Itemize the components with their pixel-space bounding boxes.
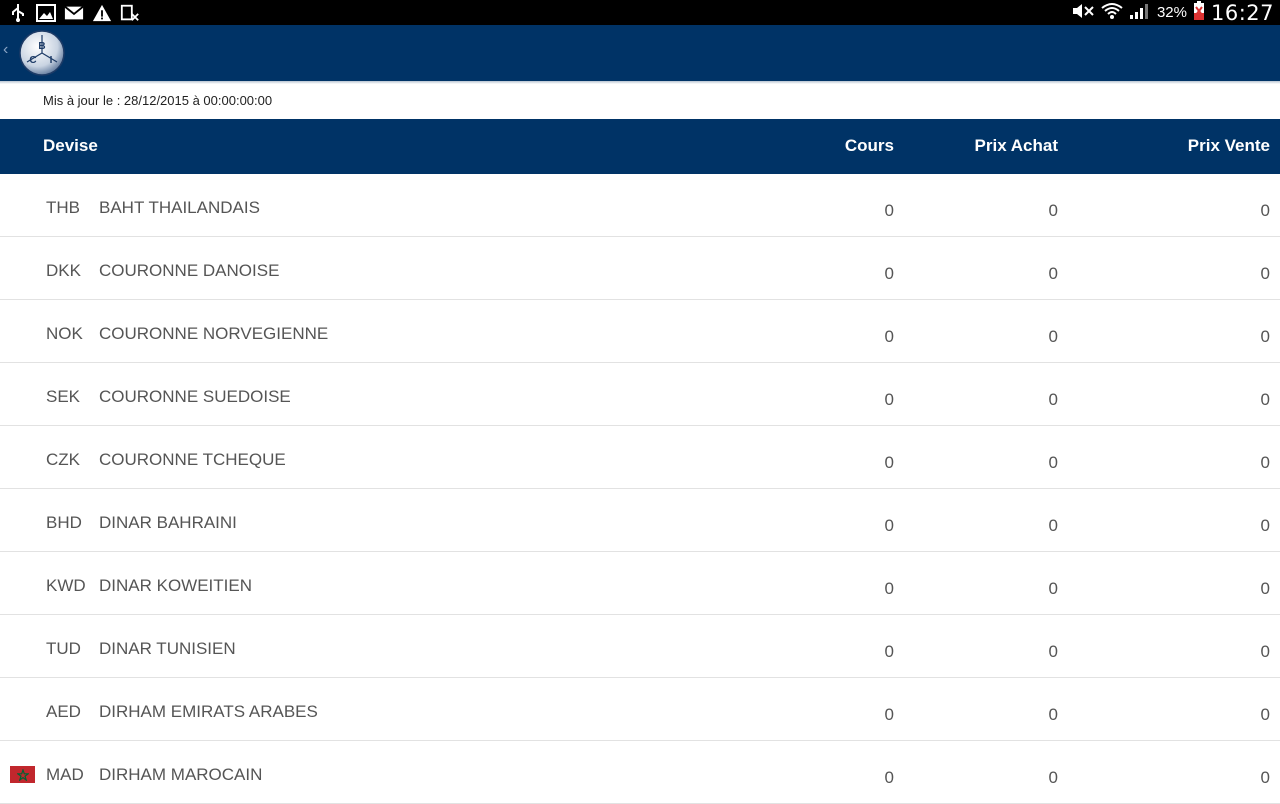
prix-achat-value: 0 (1048, 453, 1058, 472)
wifi-icon (1101, 2, 1123, 24)
prix-vente-value: 0 (1260, 642, 1270, 661)
cours-value: 0 (884, 579, 894, 598)
prix-vente-value: 0 (1260, 327, 1270, 346)
usb-icon (8, 3, 28, 23)
prix-vente-value: 0 (1260, 768, 1270, 787)
app-bar-shadow (0, 81, 1280, 84)
prix-achat-value: 0 (1048, 516, 1058, 535)
cours-value: 0 (884, 390, 894, 409)
currency-name: DIRHAM EMIRATS ARABES (99, 702, 318, 721)
header-prix-vente[interactable]: Prix Vente (1188, 136, 1270, 156)
prix-achat-value: 0 (1048, 705, 1058, 724)
battery-percent: 32% (1156, 4, 1187, 21)
svg-text:C: C (29, 55, 36, 66)
system-icons: 32% 16:27 (1069, 0, 1274, 25)
currency-name: COURONNE NORVEGIENNE (99, 324, 329, 343)
currency-name: COURONNE TCHEQUE (99, 450, 286, 469)
currency-code: TUD (46, 639, 81, 658)
sim-error-icon (120, 3, 140, 23)
table-row[interactable]: KWD DINAR KOWEITIEN 0 0 0 (0, 552, 1280, 615)
back-chevron-icon[interactable]: ‹ (3, 41, 8, 59)
status-bar: 32% 16:27 (0, 0, 1280, 25)
header-prix-achat[interactable]: Prix Achat (975, 136, 1058, 156)
cours-value: 0 (884, 705, 894, 724)
table-row[interactable]: BHD DINAR BAHRAINI 0 0 0 (0, 489, 1280, 552)
table-row[interactable]: NOK COURONNE NORVEGIENNE 0 0 0 (0, 300, 1280, 363)
currency-name: DIRHAM MAROCAIN (99, 765, 263, 784)
table-row[interactable]: DKK COURONNE DANOISE 0 0 0 (0, 237, 1280, 300)
currency-code: KWD (46, 576, 86, 595)
prix-achat-value: 0 (1048, 264, 1058, 283)
currency-code: CZK (46, 450, 80, 469)
currency-code: NOK (46, 324, 83, 343)
battery-icon (1193, 0, 1205, 25)
cours-value: 0 (884, 516, 894, 535)
cours-value: 0 (884, 768, 894, 787)
bci-logo[interactable]: B C I (18, 29, 66, 77)
cours-value: 0 (884, 453, 894, 472)
cours-value: 0 (884, 201, 894, 220)
currency-name: COURONNE SUEDOISE (99, 387, 291, 406)
table-header: Devise Cours Prix Achat Prix Vente (0, 119, 1280, 174)
prix-achat-value: 0 (1048, 642, 1058, 661)
prix-achat-value: 0 (1048, 390, 1058, 409)
header-devise[interactable]: Devise (43, 136, 98, 156)
prix-vente-value: 0 (1260, 453, 1270, 472)
last-updated-text: Mis à jour le : 28/12/2015 à 00:00:00:00 (43, 93, 273, 108)
signal-icon (1129, 2, 1151, 24)
prix-vente-value: 0 (1260, 705, 1270, 724)
morocco-flag-icon (10, 766, 35, 783)
prix-vente-value: 0 (1260, 516, 1270, 535)
currency-name: DINAR BAHRAINI (99, 513, 237, 532)
prix-achat-value: 0 (1048, 327, 1058, 346)
table-row[interactable]: THB BAHT THAILANDAIS 0 0 0 (0, 174, 1280, 237)
table-row[interactable]: MAD DIRHAM MAROCAIN 0 0 0 (0, 741, 1280, 804)
cours-value: 0 (884, 642, 894, 661)
currency-code: THB (46, 198, 80, 217)
currency-name: DINAR TUNISIEN (99, 639, 236, 658)
clock: 16:27 (1210, 0, 1274, 25)
currency-code: SEK (46, 387, 81, 406)
header-cours[interactable]: Cours (845, 136, 894, 156)
mail-icon (64, 3, 84, 23)
currency-code: MAD (46, 765, 84, 784)
currency-name: DINAR KOWEITIEN (99, 576, 253, 595)
prix-vente-value: 0 (1260, 201, 1270, 220)
svg-text:B: B (38, 41, 45, 52)
currency-name: BAHT THAILANDAIS (99, 198, 260, 217)
currency-name: COURONNE DANOISE (99, 261, 280, 280)
table-row[interactable]: CZK COURONNE TCHEQUE 0 0 0 (0, 426, 1280, 489)
app-bar: ‹ B C I (0, 25, 1280, 81)
prix-vente-value: 0 (1260, 390, 1270, 409)
table-row[interactable]: TUD DINAR TUNISIEN 0 0 0 (0, 615, 1280, 678)
prix-vente-value: 0 (1260, 579, 1270, 598)
notification-icons (8, 2, 140, 23)
image-icon (36, 3, 56, 23)
bci-logo-icon: B C I (19, 30, 65, 76)
currency-code: AED (46, 702, 81, 721)
prix-achat-value: 0 (1048, 579, 1058, 598)
cours-value: 0 (884, 264, 894, 283)
mute-icon (1069, 2, 1095, 24)
table-row[interactable]: SEK COURONNE SUEDOISE 0 0 0 (0, 363, 1280, 426)
currency-code: BHD (46, 513, 82, 532)
currency-list: THB BAHT THAILANDAIS 0 0 0 DKK COURONNE … (0, 174, 1280, 804)
svg-text:I: I (50, 55, 53, 66)
cours-value: 0 (884, 327, 894, 346)
prix-vente-value: 0 (1260, 264, 1270, 283)
currency-code: DKK (46, 261, 81, 280)
table-row[interactable]: AED DIRHAM EMIRATS ARABES 0 0 0 (0, 678, 1280, 741)
prix-achat-value: 0 (1048, 201, 1058, 220)
prix-achat-value: 0 (1048, 768, 1058, 787)
warning-icon (92, 3, 112, 23)
